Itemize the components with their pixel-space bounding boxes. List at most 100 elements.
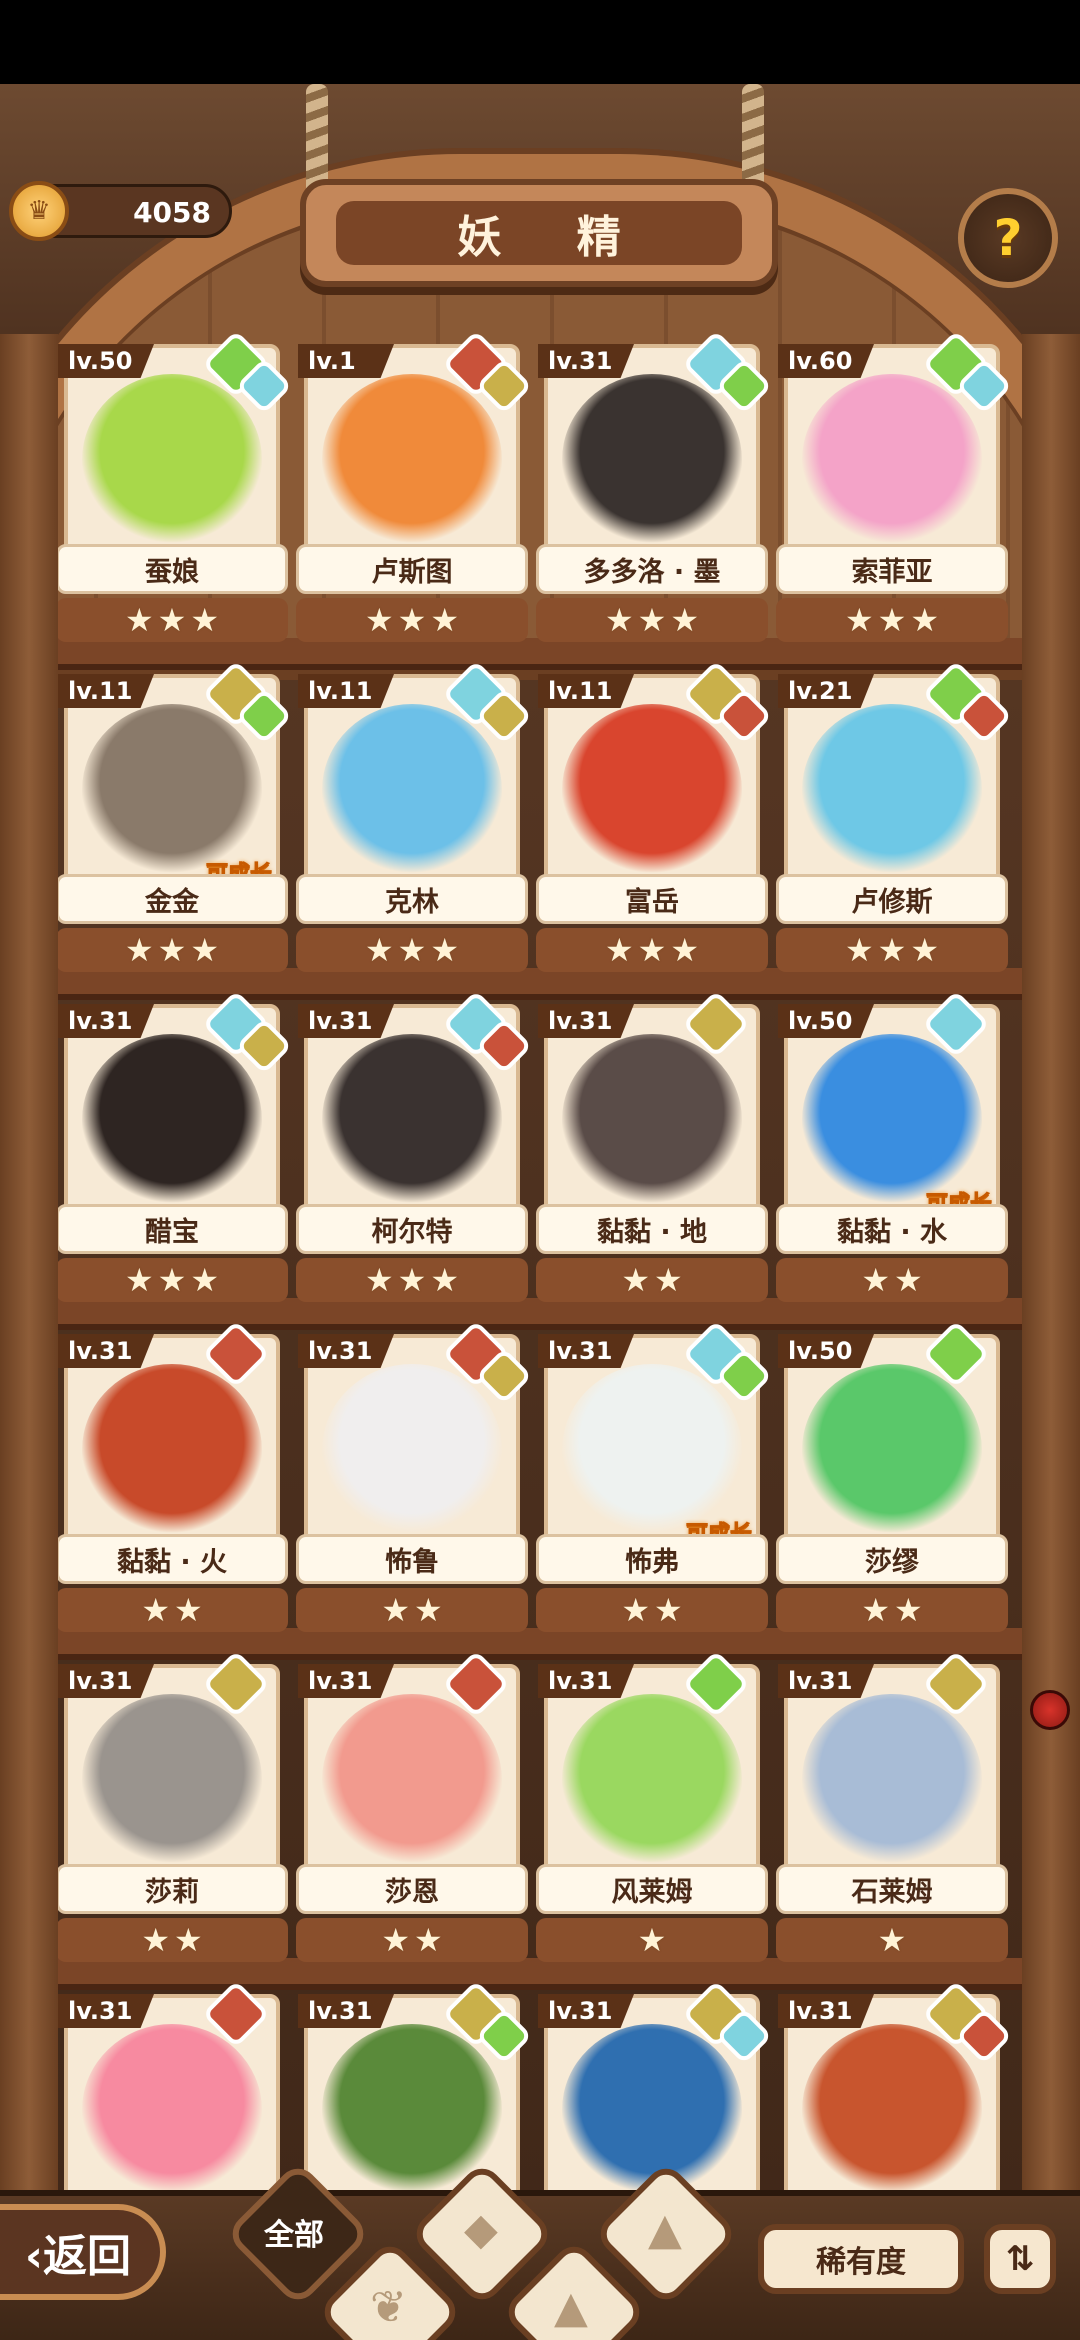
fairy-card[interactable]: lv.31 风莱姆 ★ — [536, 1650, 768, 1964]
star-rating: ★ ★ — [776, 1258, 1008, 1302]
star-rating: ★ ★ — [536, 1588, 768, 1632]
star-icon: ★ — [604, 601, 634, 639]
fairy-card[interactable]: lv.31 石莱姆 ★ — [776, 1650, 1008, 1964]
fairy-portrait — [82, 2024, 262, 2196]
volcano-icon: ▲ — [648, 2204, 682, 2255]
star-icon: ★ — [894, 1591, 923, 1629]
fairy-portrait — [322, 1694, 502, 1866]
fairy-card[interactable]: lv.31 醋宝 ★ ★ ★ — [58, 990, 293, 1304]
star-icon: ★ — [364, 1261, 394, 1299]
star-rating: ★ ★ — [536, 1258, 768, 1302]
fairy-portrait — [322, 374, 502, 546]
rarity-sort-button[interactable]: 稀有度 — [758, 2224, 964, 2294]
star-icon: ★ — [141, 1591, 170, 1629]
fairy-portrait — [802, 2024, 982, 2196]
fairy-card[interactable]: lv.60 索菲亚 ★ ★ ★ — [776, 334, 1013, 644]
fairy-portrait — [562, 1364, 742, 1536]
sort-order-button[interactable]: ⇅ — [984, 2224, 1056, 2294]
star-rating: ★ ★ ★ — [296, 598, 528, 642]
water-drop-icon: ◆ — [464, 2204, 498, 2255]
fairy-name: 莎恩 — [296, 1864, 528, 1914]
star-icon: ★ — [637, 1921, 667, 1959]
fairy-name: 黏黏 · 地 — [536, 1204, 768, 1254]
title-sign: 妖 精 — [300, 179, 778, 287]
fairy-portrait — [802, 1694, 982, 1866]
level-badge: lv.11 — [58, 674, 154, 708]
level-badge: lv.21 — [778, 674, 874, 708]
fairy-collection-scene: 妖 精 ♛ 4058 ? lv.50 蚕娘 ★ ★ ★ lv.1 卢斯图 ★ ★ ★ lv.31 多多… — [0, 84, 1080, 2340]
star-icon: ★ — [190, 1261, 220, 1299]
fairy-card[interactable]: lv.31 黏黏 · 地 ★ ★ — [536, 990, 768, 1304]
star-icon: ★ — [430, 601, 460, 639]
star-icon: ★ — [381, 1921, 410, 1959]
shelf-row: lv.31 莎莉 ★ ★ lv.31 莎恩 ★ ★ lv.31 风莱姆 ★ lv.31 石莱姆 ★ — [58, 1650, 1022, 1984]
star-rating: ★ ★ — [58, 1588, 288, 1632]
fairy-card[interactable]: lv.11 克林 ★ ★ ★ — [296, 660, 533, 974]
fairy-card[interactable]: lv.50 莎缪 ★ ★ — [776, 1320, 1008, 1634]
fairy-card[interactable]: lv.31 怖鲁 ★ ★ — [296, 1320, 533, 1634]
level-badge: lv.31 — [778, 1994, 874, 2028]
level-badge: lv.31 — [58, 1004, 154, 1038]
fairy-portrait — [82, 1034, 262, 1206]
fairy-card[interactable]: lv.11 富岳 ★ ★ ★ — [536, 660, 773, 974]
fairy-name: 卢修斯 — [776, 874, 1008, 924]
fairy-name: 怖弗 — [536, 1534, 768, 1584]
fairy-portrait — [562, 1034, 742, 1206]
help-button[interactable]: ? — [958, 188, 1058, 288]
star-rating: ★ ★ ★ — [296, 928, 528, 972]
fairy-card[interactable]: lv.31 多多洛 · 墨 ★ ★ ★ — [536, 334, 773, 644]
star-icon: ★ — [397, 931, 427, 969]
fairy-card[interactable]: lv.1 卢斯图 ★ ★ ★ — [296, 334, 533, 644]
star-rating: ★ ★ ★ — [296, 1258, 528, 1302]
star-rating: ★ ★ — [296, 1588, 528, 1632]
fairy-portrait — [82, 1694, 262, 1866]
fairy-card[interactable]: lv.31 柯尔特 ★ ★ ★ — [296, 990, 533, 1304]
star-rating: ★ ★ — [58, 1918, 288, 1962]
question-icon: ? — [993, 209, 1023, 267]
fairy-portrait — [802, 374, 982, 546]
star-icon: ★ — [124, 931, 154, 969]
fairy-card[interactable]: lv.50 蚕娘 ★ ★ ★ — [58, 334, 293, 644]
level-badge: lv.31 — [538, 1664, 634, 1698]
star-icon: ★ — [861, 1591, 890, 1629]
level-badge: lv.31 — [298, 1994, 394, 2028]
fairy-name: 多多洛 · 墨 — [536, 544, 768, 594]
fairy-portrait — [322, 1034, 502, 1206]
star-icon: ★ — [604, 931, 634, 969]
fairy-name: 醋宝 — [58, 1204, 288, 1254]
fairy-card[interactable]: lv.21 卢修斯 ★ ★ ★ — [776, 660, 1013, 974]
back-button[interactable]: ‹返回 — [0, 2204, 166, 2300]
fairy-card[interactable]: lv.50可成长黏黏 · 水★★ — [776, 990, 1008, 1304]
fairy-card[interactable]: lv.11可成长金金★★★ — [58, 660, 293, 974]
level-badge: lv.11 — [298, 674, 394, 708]
star-icon: ★ — [157, 1261, 187, 1299]
fairy-card[interactable]: lv.31 莎莉 ★ ★ — [58, 1650, 288, 1964]
leaf-icon: ❦ — [370, 2282, 407, 2333]
star-icon: ★ — [414, 1591, 443, 1629]
fairy-portrait — [562, 704, 742, 876]
fairy-name: 黏黏 · 水 — [776, 1204, 1008, 1254]
level-badge: lv.31 — [538, 344, 634, 378]
star-icon: ★ — [190, 601, 220, 639]
fairy-card[interactable]: lv.31 莎恩 ★ ★ — [296, 1650, 528, 1964]
star-rating: ★ ★ — [296, 1918, 528, 1962]
level-badge: lv.31 — [538, 1994, 634, 2028]
shelf-row: lv.11可成长金金★★★lv.11克林★★★lv.11富岳★★★lv.21 卢修… — [58, 660, 1022, 994]
fairy-name: 风莱姆 — [536, 1864, 768, 1914]
star-icon: ★ — [670, 601, 700, 639]
level-badge: lv.31 — [298, 1664, 394, 1698]
fairy-portrait — [82, 704, 262, 876]
ladybug-icon — [1030, 1690, 1070, 1730]
coin-icon: ♛ — [9, 181, 69, 241]
star-icon: ★ — [861, 1261, 890, 1299]
fairy-portrait — [322, 1364, 502, 1536]
currency-counter[interactable]: ♛ 4058 — [9, 181, 232, 241]
fairy-portrait — [562, 374, 742, 546]
fairy-card[interactable]: lv.31可成长怖弗★★ — [536, 1320, 773, 1634]
star-rating: ★ ★ — [776, 1588, 1008, 1632]
star-icon: ★ — [844, 601, 874, 639]
page-title: 妖 精 — [336, 201, 742, 265]
fairy-card[interactable]: lv.31 黏黏 · 火 ★ ★ — [58, 1320, 288, 1634]
level-badge: lv.31 — [298, 1334, 394, 1368]
star-icon: ★ — [894, 1261, 923, 1299]
